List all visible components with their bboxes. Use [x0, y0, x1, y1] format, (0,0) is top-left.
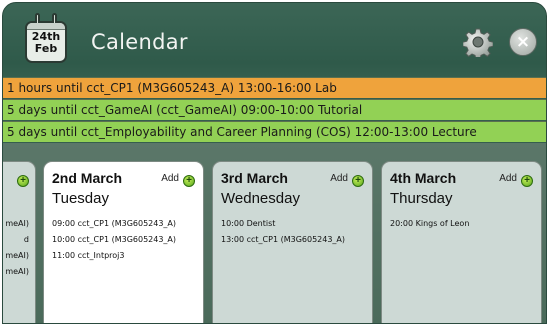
days-panel: + meAI) d meAI) meAI) 2nd March Tuesday … [3, 143, 546, 323]
add-label: Add [499, 173, 517, 184]
header: 24th Feb Calendar × [3, 3, 546, 77]
add-event-button[interactable]: Add + [161, 173, 195, 187]
event-item[interactable]: d [5, 232, 29, 248]
day-weekday: Wednesday [221, 190, 300, 207]
event-item[interactable]: meAI) [5, 216, 29, 232]
day-events: 10:00 Dentist 13:00 cct_CP1 (M3G605243_A… [221, 216, 368, 248]
event-item[interactable]: 20:00 Kings of Leon [390, 216, 537, 232]
add-event-button[interactable]: Add + [330, 173, 364, 187]
event-item[interactable]: 11:00 cct_Intproj3 [52, 248, 199, 264]
alert-row[interactable]: 1 hours until cct_CP1 (M3G605243_A) 13:0… [3, 77, 546, 98]
day-date: 2nd March [52, 170, 123, 186]
event-item[interactable]: 13:00 cct_CP1 (M3G605243_A) [221, 232, 368, 248]
add-icon: + [352, 175, 364, 187]
add-label: Add [330, 173, 348, 184]
alert-row[interactable]: 5 days until cct_GameAI (cct_GameAI) 09:… [3, 99, 546, 120]
alert-row[interactable]: 5 days until cct_Employability and Caree… [3, 121, 546, 142]
day-weekday: Thursday [390, 190, 453, 207]
add-icon: + [183, 175, 195, 187]
calendar-icon: 24th Feb [25, 13, 67, 63]
day-card-previous[interactable]: + meAI) d meAI) meAI) [3, 161, 36, 323]
close-button[interactable]: × [509, 28, 537, 56]
event-item[interactable]: 10:00 cct_CP1 (M3G605243_A) [52, 232, 199, 248]
day-events: 09:00 cct_CP1 (M3G605243_A) 10:00 cct_CP… [52, 216, 199, 264]
day-events: 20:00 Kings of Leon [390, 216, 537, 232]
add-icon: + [521, 175, 533, 187]
gear-icon[interactable] [462, 27, 494, 60]
event-item[interactable]: meAI) [5, 264, 29, 280]
day-date: 4th March [390, 170, 457, 186]
window-title: Calendar [91, 30, 188, 54]
calendar-widget: 24th Feb Calendar × 1 hours until cct_CP… [2, 2, 547, 324]
day-events: meAI) d meAI) meAI) [5, 216, 29, 280]
event-item[interactable]: meAI) [5, 248, 29, 264]
day-card-2nd-march[interactable]: 2nd March Tuesday Add + 09:00 cct_CP1 (M3… [43, 161, 204, 323]
event-item[interactable]: 09:00 cct_CP1 (M3G605243_A) [52, 216, 199, 232]
icon-date-month: Feb [34, 42, 58, 55]
day-date: 3rd March [221, 170, 288, 186]
add-event-button[interactable]: + [13, 173, 29, 187]
add-icon: + [17, 175, 29, 187]
add-event-button[interactable]: Add + [499, 173, 533, 187]
add-label: Add [161, 173, 179, 184]
day-card-4th-march[interactable]: 4th March Thursday Add + 20:00 Kings of L… [381, 161, 542, 323]
day-card-3rd-march[interactable]: 3rd March Wednesday Add + 10:00 Dentist 1… [212, 161, 373, 323]
day-weekday: Tuesday [52, 190, 109, 207]
event-item[interactable]: 10:00 Dentist [221, 216, 368, 232]
